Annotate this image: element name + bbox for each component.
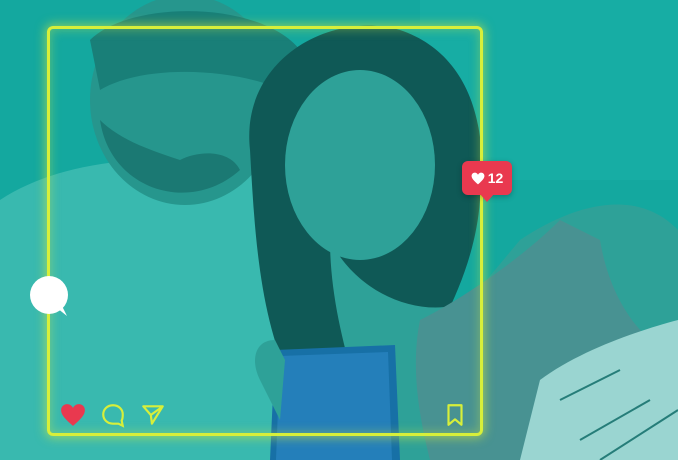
bookmark-icon[interactable] xyxy=(442,402,468,428)
send-icon[interactable] xyxy=(140,402,166,428)
chat-bubble-icon xyxy=(30,276,68,316)
heart-icon xyxy=(471,172,485,184)
heart-icon[interactable] xyxy=(60,402,86,428)
like-notification-badge: 12 xyxy=(462,161,512,202)
post-scene: 12 xyxy=(0,0,678,460)
like-count: 12 xyxy=(487,170,504,186)
post-frame xyxy=(47,26,483,436)
post-actions xyxy=(60,402,166,428)
comment-icon[interactable] xyxy=(100,402,126,428)
